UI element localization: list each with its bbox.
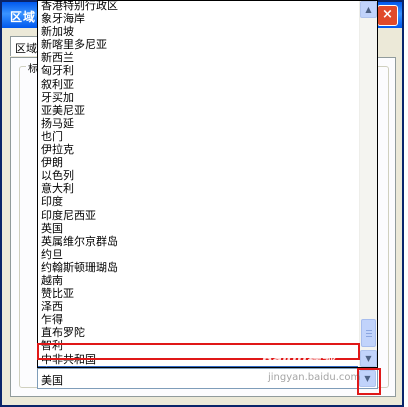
thumb-grip <box>366 330 372 331</box>
list-item[interactable]: 新喀里多尼亚 <box>38 38 358 51</box>
list-item[interactable]: 匈牙利 <box>38 64 358 77</box>
thumb-grip <box>366 333 372 334</box>
watermark-url: jingyan.baidu.com <box>268 372 361 383</box>
list-item[interactable]: 香港特别行政区 <box>38 1 358 12</box>
list-item[interactable]: 印度 <box>38 195 358 208</box>
country-dropdown-list[interactable]: 香港特别行政区 象牙海岸 新加坡 新喀里多尼亚 新西兰 匈牙利 叙利亚 牙买加 亚美尼亚 扬马延也… <box>37 0 378 368</box>
list-item[interactable]: 印度尼西亚 <box>38 209 358 222</box>
list-item[interactable]: 扬马延 <box>38 117 358 130</box>
thumb-grip <box>366 336 372 337</box>
list-item[interactable]: 赞比亚 <box>38 287 358 300</box>
list-item[interactable]: 英国 <box>38 222 358 235</box>
window-title: 区域 <box>10 10 37 24</box>
list-item[interactable]: 乍得 <box>38 313 358 326</box>
chevron-down-icon[interactable]: ▼ <box>359 370 376 387</box>
list-item[interactable]: 新西兰 <box>38 51 358 64</box>
list-item[interactable]: 叙利亚 <box>38 78 358 91</box>
list-item[interactable]: 伊朗 <box>38 156 358 169</box>
combo-value: 美国 <box>41 374 63 387</box>
list-scrollbar[interactable]: ▲ ▼ <box>359 1 377 367</box>
list-item[interactable]: 新加坡 <box>38 25 358 38</box>
list-item[interactable]: 亚美尼亚 <box>38 104 358 117</box>
list-item[interactable]: 以色列 <box>38 169 358 182</box>
chevron-up-icon[interactable]: ▲ <box>360 1 377 18</box>
list-item[interactable]: 英属维尔京群岛 <box>38 235 358 248</box>
list-item[interactable]: 直布罗陀 <box>38 326 358 339</box>
list-item[interactable]: 泽西 <box>38 300 358 313</box>
list-item[interactable]: 越南 <box>38 274 358 287</box>
list-item[interactable]: 牙买加 <box>38 91 358 104</box>
watermark-logo: Baidu经验 <box>262 351 335 367</box>
close-button[interactable]: × <box>377 5 398 26</box>
list-item[interactable]: 约旦 <box>38 248 358 261</box>
country-list: 香港特别行政区 象牙海岸 新加坡 新喀里多尼亚 新西兰 匈牙利 叙利亚 牙买加 亚美尼亚 扬马延也… <box>38 1 358 367</box>
scroll-thumb[interactable] <box>361 319 376 347</box>
chevron-down-icon[interactable]: ▼ <box>360 350 377 367</box>
list-item[interactable]: 象牙海岸 <box>38 12 358 25</box>
list-item[interactable]: 也门 <box>38 130 358 143</box>
list-item[interactable]: 约翰斯顿珊瑚岛 <box>38 261 358 274</box>
list-item[interactable]: 伊拉克 <box>38 143 358 156</box>
list-item[interactable]: 意大利 <box>38 182 358 195</box>
tab-region[interactable]: 区域 <box>10 36 40 56</box>
